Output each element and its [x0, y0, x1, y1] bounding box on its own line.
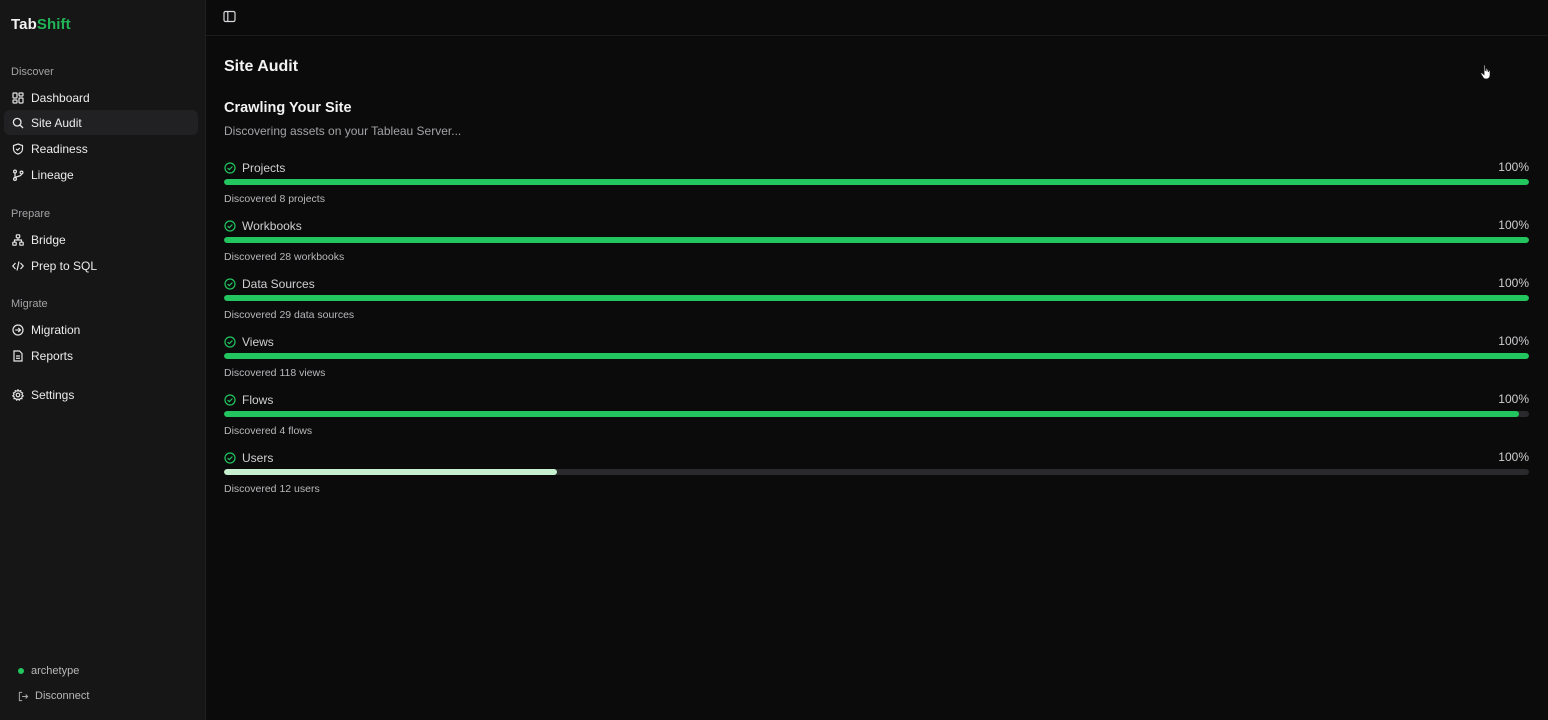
progress-percent: 100% — [1498, 450, 1529, 464]
progress-row-workbooks: Workbooks 100% Discovered 28 workbooks — [224, 218, 1529, 264]
check-circle-icon — [224, 219, 236, 232]
sidebar-item-label: Settings — [31, 387, 75, 402]
sidebar: TabShift Discover Dashboard Site Audit R… — [0, 0, 206, 720]
check-circle-icon — [224, 451, 236, 464]
progress-bar-fill — [224, 179, 1529, 185]
progress-percent: 100% — [1498, 160, 1529, 174]
progress-header: Users 100% — [224, 450, 1529, 465]
sidebar-item-dashboard[interactable]: Dashboard — [4, 85, 198, 110]
progress-note: Discovered 4 flows — [224, 425, 313, 437]
grid-icon — [12, 91, 24, 104]
progress-row-views: Views 100% Discovered 118 views — [224, 334, 1529, 380]
document-icon — [12, 349, 24, 362]
check-circle-icon — [224, 277, 236, 290]
gear-icon — [12, 388, 24, 401]
progress-note: Discovered 29 data sources — [224, 309, 355, 321]
sidebar-toggle-button[interactable] — [223, 10, 236, 23]
sidebar-item-label: Migration — [31, 322, 81, 337]
sidebar-item-label: Reports — [31, 348, 74, 363]
logout-icon — [18, 691, 29, 701]
hand-cursor-icon — [1480, 64, 1491, 80]
progress-note: Discovered 118 views — [224, 367, 326, 379]
section-label-prepare: Prepare — [11, 208, 51, 220]
sidebar-item-readiness[interactable]: Readiness — [4, 136, 198, 161]
search-icon — [12, 117, 24, 129]
progress-row-projects: Projects 100% Discovered 8 projects — [224, 160, 1529, 206]
sidebar-item-migration[interactable]: Migration — [4, 317, 198, 342]
arrow-circle-icon — [12, 323, 24, 336]
brand-logo-part2: Shift — [36, 16, 71, 33]
disconnect-label: Disconnect — [35, 690, 90, 702]
network-icon — [12, 233, 24, 246]
progress-bar-fill — [224, 353, 1529, 359]
progress-label: Flows — [242, 392, 274, 407]
progress-bar — [224, 469, 1529, 475]
sidebar-item-reports[interactable]: Reports — [4, 343, 198, 368]
sidebar-item-prep-to-sql[interactable]: Prep to SQL — [4, 253, 198, 278]
sidebar-item-label: Readiness — [31, 141, 88, 156]
check-circle-icon — [224, 161, 236, 174]
progress-label: Views — [242, 334, 274, 349]
brand-logo[interactable]: TabShift — [11, 16, 71, 33]
progress-percent: 100% — [1498, 276, 1529, 290]
top-bar — [206, 0, 1548, 36]
sidebar-item-label: Lineage — [31, 167, 74, 182]
progress-header: Views 100% — [224, 334, 1529, 349]
crawl-subtitle: Discovering assets on your Tableau Serve… — [224, 124, 462, 138]
sidebar-item-site-audit[interactable]: Site Audit — [4, 110, 198, 135]
progress-label: Users — [242, 450, 274, 465]
code-icon — [12, 260, 24, 272]
page-title: Site Audit — [224, 58, 299, 75]
progress-bar — [224, 295, 1529, 301]
progress-label: Projects — [242, 160, 286, 175]
progress-header: Data Sources 100% — [224, 276, 1529, 291]
shield-icon — [12, 142, 24, 155]
section-label-discover: Discover — [11, 66, 54, 78]
disconnect-button[interactable]: Disconnect — [18, 690, 89, 702]
check-circle-icon — [224, 393, 236, 406]
progress-row-flows: Flows 100% Discovered 4 flows — [224, 392, 1529, 438]
progress-header: Workbooks 100% — [224, 218, 1529, 233]
crawl-title: Crawling Your Site — [224, 100, 352, 116]
sidebar-item-lineage[interactable]: Lineage — [4, 162, 198, 187]
progress-bar-fill — [224, 237, 1529, 243]
progress-note: Discovered 12 users — [224, 483, 320, 495]
progress-percent: 100% — [1498, 392, 1529, 406]
status-dot — [18, 668, 24, 674]
progress-header: Flows 100% — [224, 392, 1529, 407]
sidebar-item-label: Prep to SQL — [31, 258, 98, 273]
sidebar-item-label: Bridge — [31, 232, 66, 247]
progress-label: Data Sources — [242, 276, 315, 291]
progress-bar — [224, 179, 1529, 185]
section-label-migrate: Migrate — [11, 298, 48, 310]
sidebar-item-label: Dashboard — [31, 90, 90, 105]
progress-header: Projects 100% — [224, 160, 1529, 175]
progress-bar — [224, 353, 1529, 359]
progress-bar-fill — [224, 295, 1529, 301]
connected-user-name: archetype — [31, 665, 80, 677]
progress-note: Discovered 28 workbooks — [224, 251, 345, 263]
progress-bar — [224, 411, 1529, 417]
sidebar-item-label: Site Audit — [31, 115, 82, 130]
progress-note: Discovered 8 projects — [224, 193, 325, 205]
progress-bar — [224, 237, 1529, 243]
progress-bar-fill — [224, 469, 557, 475]
sidebar-item-bridge[interactable]: Bridge — [4, 227, 198, 252]
progress-row-users: Users 100% Discovered 12 users — [224, 450, 1529, 496]
progress-row-data-sources: Data Sources 100% Discovered 29 data sourc… — [224, 276, 1529, 322]
connected-user: archetype — [18, 665, 79, 677]
progress-percent: 100% — [1498, 334, 1529, 348]
check-circle-icon — [224, 335, 236, 348]
brand-logo-part1: Tab — [11, 16, 37, 33]
sidebar-item-settings[interactable]: Settings — [4, 382, 198, 407]
progress-percent: 100% — [1498, 218, 1529, 232]
progress-bar-fill — [224, 411, 1519, 417]
branch-icon — [12, 169, 24, 181]
panel-left-icon — [223, 10, 236, 23]
progress-label: Workbooks — [242, 218, 302, 233]
